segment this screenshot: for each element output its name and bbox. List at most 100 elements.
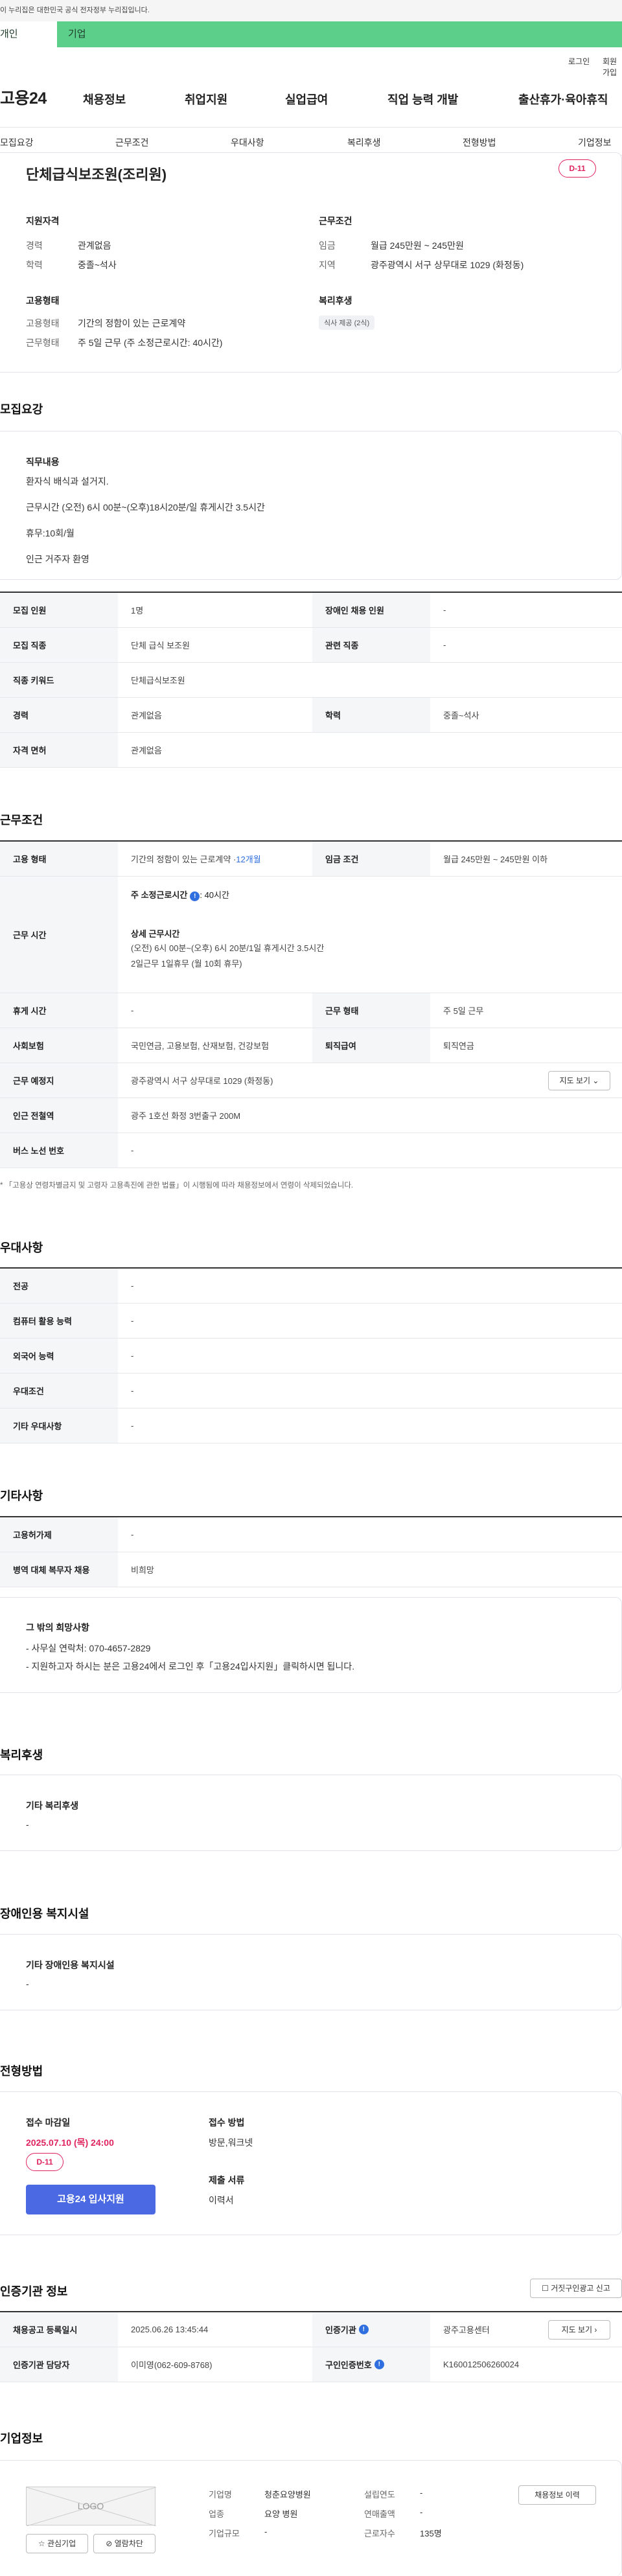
subnav-company[interactable]: 기업정보 [578,136,612,149]
gnb-leave[interactable]: 출산휴가·육아휴직 [518,91,608,108]
interest-button[interactable]: ☆ 관심기업 [26,2534,88,2553]
size-value: - [264,2527,268,2536]
worktype-label: 근무형태 [26,338,60,348]
region-value: 광주광역시 서구 상무대로 1029 (화정동) [371,260,524,270]
table-row: 경력 관계없음 학력 중졸~석사 [0,698,622,733]
table-row: 인증기관 담당자 이미영(062-609-8768) 구인인증번호! K1600… [0,2347,622,2382]
welfare-box-heading: 기타 복리후생 [26,1800,79,1811]
size-label: 기업규모 [209,2529,240,2538]
chevron-down-icon: ⌄ [592,1076,599,1085]
etc-box-line: - 지원하고자 하시는 분은 고용24에서 로그인 후「고용24입사지원」클릭하… [26,1661,355,1672]
duty-line: 근무시간 (오전) 6시 00분~(오후)18시20분/일 휴게시간 3.5시간 [26,502,265,512]
etc-box-line: - 사무실 연락처: 070-4657-2829 [26,1643,151,1653]
gnb-jobs[interactable]: 채용정보 [83,91,126,108]
th-emptype: 고용 형태 [0,842,118,876]
th-military: 병역 대체 복무자 채용 [0,1552,118,1587]
hours-weekly: 주 소정근로시간!: 40시간 [131,890,229,901]
company-logo: LOGO [26,2487,156,2526]
info-icon[interactable]: ! [358,2325,369,2334]
join-link[interactable]: 회원가입 [603,56,622,78]
td-bus: - [131,1145,134,1155]
prefs-heading: 우대사항 [0,1241,43,1254]
td-keyword: 단체급식보조원 [131,676,185,685]
info-icon[interactable]: ! [374,2360,384,2369]
site-logo[interactable]: 고용24 [0,86,47,109]
etc-box: 그 밖의 희망사항 - 사무실 연락처: 070-4657-2829 - 지원하… [0,1597,622,1693]
emp-heading: 고용형태 [26,295,60,306]
subnav-recruit[interactable]: 모집요강 [0,136,34,149]
disability-box-heading: 기타 장애인용 복지시설 [26,1960,115,1970]
block-button[interactable]: ⊘ 열람차단 [93,2534,156,2553]
th-count: 모집 인원 [0,593,118,627]
gov-banner-text: 이 누리집은 대한민국 공식 전자정부 누리집입니다. [0,6,150,14]
apply-button[interactable]: 고용24 입사지원 [26,2185,156,2214]
login-link[interactable]: 로그인 [568,56,590,67]
info-icon[interactable]: ! [190,891,200,901]
deadline-value: 2025.07.10 (목) 24:00 [26,2137,114,2148]
org-map-button[interactable]: 지도 보기 › [548,2320,610,2340]
sales-value: - [420,2507,423,2517]
wage-label: 임금 [319,240,336,251]
etc-box-heading: 그 밖의 희망사항 [26,1622,89,1633]
summary-card: 단체급식보조원(조리원) D-11 지원자격 경력 관계없음 학력 중졸~석사 … [0,152,622,373]
th-org: 인증기관! [312,2312,430,2347]
cond-heading: 근무조건 [319,216,352,226]
hours-rest: 2일근무 1일휴무 (월 10회 휴무) [131,959,242,969]
table-row: 컴퓨터 활용 능력 - [0,1304,622,1339]
subnav-conditions[interactable]: 근무조건 [115,136,149,149]
th-break: 휴게 시간 [0,993,118,1028]
td-license: 관계없음 [131,746,162,755]
td-career: 관계없음 [131,711,162,720]
emptype-value: 기간의 정함이 있는 근로계약 [78,318,186,328]
table-row: 휴게 시간 - 근무 형태 주 5일 근무 [0,993,622,1028]
dday-badge: D-11 [26,2153,63,2171]
table-row: 근무 예정지 광주광역시 서구 상무대로 1029 (화정동) 지도 보기 ⌄ [0,1063,622,1098]
table-row: 기타 우대사항 - [0,1409,622,1443]
td-military: 비희망 [131,1565,154,1575]
company-card: LOGO ☆ 관심기업 ⊘ 열람차단 기업명 청춘요양병원 설립연도 - 업종 … [0,2460,622,2576]
th-license: 자격 면허 [0,733,118,767]
table-row: 모집 인원 1명 장애인 채용 인원 - [0,593,622,628]
td-retirement: 퇴직연금 [443,1041,474,1051]
conditions-heading: 근무조건 [0,814,43,827]
th-reg-date: 채용공고 등록일시 [0,2312,118,2347]
subnav-welfare[interactable]: 복리후생 [347,136,381,149]
company-heading: 기업정보 [0,2432,43,2445]
tab-company[interactable]: 기업 [68,21,86,47]
staff-label: 근로자수 [364,2529,395,2538]
subnav-selection[interactable]: 전형방법 [463,136,496,149]
duty-line: 인근 거주자 환영 [26,554,89,564]
table-row: 채용공고 등록일시 2025.06.26 13:45:44 인증기관! 광주고용… [0,2312,622,2347]
wage-value: 월급 245만원 ~ 245만원 [371,240,464,251]
table-row: 우대조건 - [0,1374,622,1409]
td-education: 중졸~석사 [443,711,479,720]
section-nav: 모집요강 근무조건 우대사항 복리후생 전형방법 기업정보 [0,127,622,155]
welfare-box: 기타 복리후생 - [0,1775,622,1851]
selection-card: 접수 마감일 2025.07.10 (목) 24:00 D-11 고용24 입사… [0,2091,622,2235]
history-button[interactable]: 채용정보 이력 [518,2485,596,2505]
table-row: 버스 노선 번호 - [0,1133,622,1168]
gnb-training[interactable]: 직업 능력 개발 [387,91,458,108]
report-button[interactable]: ☐ 거짓구인광고 신고 [530,2279,622,2298]
table-row: 사회보험 국민연금, 고용보험, 산재보험, 건강보험 퇴직급여 퇴직연금 [0,1028,622,1063]
selection-heading: 전형방법 [0,2065,43,2078]
gnb-employment-support[interactable]: 취업지원 [185,91,227,108]
td-manager: 이미영(062-609-8768) [131,2360,213,2370]
td-pref-cond: - [131,1386,134,1396]
prefs-table: 전공 - 컴퓨터 활용 능력 - 외국어 능력 - 우대조건 - 기타 우대사항 - [0,1267,622,1443]
logo-text: LOGO [77,2501,104,2511]
subnav-prefs[interactable]: 우대사항 [231,136,264,149]
disability-box: 기타 장애인용 복지시설 - [0,1934,622,2010]
docs-value: 이력서 [209,2195,234,2205]
tab-personal[interactable]: 개인 [0,21,57,47]
star-icon: ☆ [38,2539,45,2548]
td-reg-date: 2025.06.26 13:45:44 [131,2325,209,2334]
map-button[interactable]: 지도 보기 ⌄ [548,1071,610,1090]
th-major: 전공 [0,1269,118,1303]
region-label: 지역 [319,260,336,270]
table-row: 자격 면허 관계없음 [0,733,622,768]
age-note: * 「고용상 연령차별금지 및 고령자 고용촉진에 관한 법률」이 시행됨에 따… [0,1182,354,1190]
gnb-unemployment[interactable]: 실업급여 [285,91,328,108]
conditions-table: 고용 형태 기간의 정함이 있는 근로계약 · 12개월 임금 조건 월급 24… [0,840,622,1179]
td-major: - [131,1281,134,1291]
